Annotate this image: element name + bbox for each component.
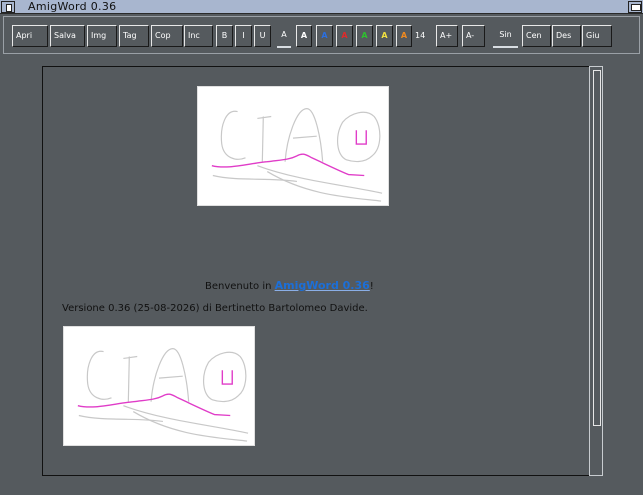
color-red-button[interactable]: A: [336, 25, 353, 47]
toolbar: Apri Salva Img Tag Cop Inc B I U A A A A…: [3, 16, 640, 54]
font-size-decrease-button[interactable]: A-: [462, 25, 485, 47]
vertical-scrollbar[interactable]: [589, 66, 603, 476]
font-size-increase-button[interactable]: A+: [436, 25, 458, 47]
align-right-button[interactable]: Des: [552, 25, 581, 47]
color-green-button[interactable]: A: [356, 25, 373, 47]
underline-button[interactable]: U: [254, 25, 271, 47]
align-center-button[interactable]: Cen: [522, 25, 551, 47]
align-justify-button[interactable]: Giu: [582, 25, 612, 47]
bold-button[interactable]: B: [216, 25, 233, 47]
color-orange-button[interactable]: A: [396, 25, 412, 47]
version-text: Versione 0.36 (25-08-2026) di Bertinetto…: [62, 303, 368, 314]
align-left-button[interactable]: Sin: [491, 25, 520, 48]
close-window-icon[interactable]: [1, 1, 15, 13]
window-title: AmigWord 0.36: [28, 0, 117, 13]
font-size-value: 14: [415, 31, 426, 40]
welcome-suffix: !: [369, 281, 374, 292]
amigword-link[interactable]: AmigWord 0.36: [275, 279, 370, 292]
scrollbar-knob[interactable]: [593, 70, 601, 426]
welcome-text: Benvenuto in AmigWord 0.36!: [205, 279, 374, 292]
cut-button[interactable]: Tag: [119, 25, 149, 47]
copy-button[interactable]: Cop: [151, 25, 183, 47]
save-button[interactable]: Salva: [50, 25, 85, 47]
color-white-button[interactable]: A: [296, 25, 312, 47]
color-yellow-button[interactable]: A: [376, 25, 393, 47]
italic-button[interactable]: I: [235, 25, 252, 47]
depth-gadget-icon[interactable]: [628, 1, 642, 13]
color-default-button[interactable]: A: [275, 25, 293, 48]
open-button[interactable]: Apri: [12, 25, 48, 47]
insert-image-button[interactable]: Img: [87, 25, 117, 47]
title-bar[interactable]: AmigWord 0.36: [0, 0, 643, 14]
paste-button[interactable]: Inc: [184, 25, 213, 47]
ciao-drawing-image-2: [63, 326, 255, 446]
ciao-drawing-image: [197, 86, 389, 206]
color-blue-button[interactable]: A: [316, 25, 333, 47]
welcome-prefix: Benvenuto in: [205, 281, 275, 292]
